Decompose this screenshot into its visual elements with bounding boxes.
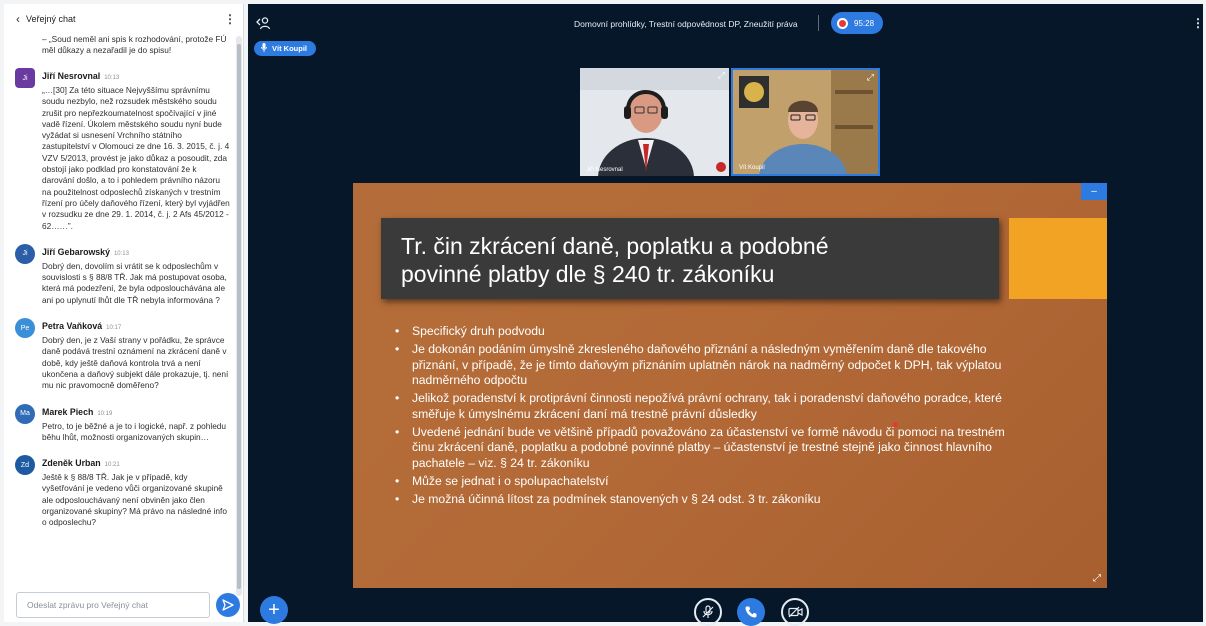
chat-message-input[interactable]: Odeslat zprávu pro Veřejný chat [16, 592, 210, 618]
top-bar: Domovní prohlídky, Trestní odpovědnost D… [248, 4, 1204, 44]
recording-indicator[interactable]: 95:28 [831, 12, 883, 34]
phone-icon [745, 606, 757, 618]
laser-pointer [893, 422, 898, 427]
message-text: – „Soud neměl ani spis k rozhodování, pr… [42, 34, 227, 55]
chat-input-row: Odeslat zprávu pro Veřejný chat [4, 590, 244, 622]
microphone-icon [261, 43, 267, 54]
webcam-user-name: Jiří Nesrovnal [586, 167, 623, 173]
send-icon [222, 599, 234, 611]
sender-name: Zdeněk Urban [42, 458, 101, 469]
fullscreen-icon[interactable]: ⤢ [1093, 573, 1101, 584]
slide-bullet: Je dokonán podáním úmyslně zkresleného d… [395, 342, 1007, 388]
webcam-video[interactable]: Vít Koupil ⤢ [731, 68, 880, 176]
sender-name: Marek Piech [42, 406, 94, 417]
meeting-title: Domovní prohlídky, Trestní odpovědnost D… [574, 19, 798, 29]
sender-name: Jiří Nesrovnal [42, 71, 101, 81]
talking-user-name: Vít Koupil [272, 44, 307, 53]
slide-bullet: Jelikož poradenství k protiprávní činnos… [395, 391, 1007, 422]
chat-message: Ma Marek Piech 10:19 Petro, to je běžné a… [4, 402, 236, 444]
kebab-menu-icon[interactable]: ⋮ [1192, 16, 1204, 30]
slide-bullet: Specifický druh podvodu [395, 324, 1007, 340]
minimize-presentation-button[interactable]: – [1081, 183, 1107, 200]
chat-message: Ji Jiří Nesrovnal 10:13 „…[30] Za této si… [4, 66, 236, 232]
message-text: Ještě k § 88/8 TŘ. Jak je v případě, kdy… [42, 472, 227, 528]
webcam-person-image [733, 70, 878, 174]
avatar: Pe [15, 318, 35, 339]
message-time: 10:13 [113, 250, 129, 257]
avatar: Ji [15, 68, 35, 88]
chat-message: Pe Petra Vaňková 10:17 Dobrý den, je z Va… [4, 316, 236, 391]
chat-scroll-thumb[interactable] [237, 44, 241, 589]
recording-time: 95:28 [854, 18, 875, 28]
webcam-person-image [580, 68, 729, 176]
sender-name: Petra Vaňková [42, 321, 103, 332]
main-presentation-area: Domovní prohlídky, Trestní odpovědnost D… [248, 4, 1204, 626]
message-text: Dobrý den, dovolím si vrátit se k odposl… [42, 260, 227, 305]
chat-messages: – „Soud neměl ani spis k rozhodování, pr… [4, 34, 236, 582]
avatar: Ma [15, 403, 35, 424]
slide-bullet-list: Specifický druh podvodu Je dokonán podán… [395, 324, 1007, 510]
webcam-video[interactable]: Jiří Nesrovnal ⤢ [580, 68, 729, 176]
chat-title[interactable]: Veřejný chat [26, 14, 224, 24]
kebab-menu-icon[interactable]: ⋮ [224, 12, 236, 26]
expand-icon[interactable]: ⤢ [867, 72, 874, 83]
message-time: 10:13 [104, 75, 120, 81]
slide-bullet: Je možná účinná lítost za podmínek stano… [395, 492, 1007, 508]
talking-indicator: Vít Koupil [254, 41, 316, 56]
leave-audio-button[interactable] [737, 598, 765, 626]
message-time: 10:17 [106, 325, 122, 332]
slide-title-line: povinné platby dle § 240 tr. zákoníku [401, 261, 775, 287]
message-time: 10:19 [97, 410, 113, 417]
avatar: Zd [15, 455, 35, 476]
camera-icon [787, 606, 803, 618]
share-webcam-button[interactable] [781, 598, 809, 626]
slide-bullet: Může se jednat i o spolupachatelství [395, 474, 1007, 490]
slide-bullet: Uvedené jednání bude ve většině případů … [395, 425, 1007, 471]
user-list-icon[interactable] [256, 16, 272, 35]
sender-name: Jiří Gebarowský [42, 246, 110, 257]
slide-accent-block [1009, 218, 1107, 299]
expand-icon[interactable]: ⤢ [718, 70, 725, 81]
webcam-user-name: Vít Koupil [739, 165, 765, 171]
actions-plus-button[interactable]: + [260, 596, 288, 624]
chat-message: Zd Zdeněk Urban 10:21 Ještě k § 88/8 TŘ. … [4, 453, 236, 528]
divider [818, 15, 819, 31]
avatar: Ji [15, 243, 35, 264]
microphone-muted-icon [702, 605, 714, 618]
slide-title-line: Tr. čin zkrácení daně, poplatku a podobn… [401, 233, 829, 259]
record-icon [837, 17, 848, 29]
chat-sidebar: ‹ Veřejný chat ⋮ – „Soud neměl ani spis … [4, 4, 244, 622]
message-text: „…[30] Za této situace Nejvyššímu správn… [42, 85, 230, 231]
chevron-left-icon[interactable]: ‹ [16, 12, 20, 26]
slide-title-box: Tr. čin zkrácení daně, poplatku a podobn… [381, 218, 999, 299]
send-button[interactable] [216, 593, 240, 617]
message-text: Dobrý den, je z Vaší strany v pořádku, ž… [42, 335, 229, 391]
chat-message: Ji Jiří Gebarowský 10:13 Dobrý den, dovol… [4, 242, 236, 306]
chat-header: ‹ Veřejný chat ⋮ [4, 4, 244, 34]
message-text: Petro, to je běžné a je to i logické, na… [42, 420, 227, 442]
presentation-slide: – Tr. čin zkrácení daně, poplatku a podo… [353, 183, 1107, 588]
message-time: 10:21 [104, 462, 120, 469]
unmute-button[interactable] [694, 598, 722, 626]
